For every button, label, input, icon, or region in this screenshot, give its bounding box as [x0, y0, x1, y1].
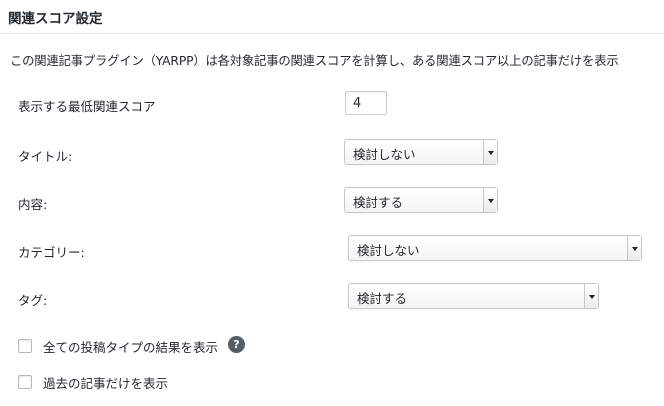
chevron-down-icon — [584, 284, 598, 308]
past-only-label: 過去の記事だけを表示 — [43, 376, 169, 391]
body-match-label: 内容: — [18, 197, 48, 212]
panel-header: 関連スコア設定 — [0, 0, 664, 34]
help-icon[interactable]: ? — [228, 336, 245, 353]
title-match-select[interactable]: 検討しない — [344, 139, 498, 165]
tag-match-label: タグ: — [18, 293, 48, 308]
min-score-input[interactable] — [345, 91, 387, 115]
chevron-down-icon — [483, 140, 497, 164]
tag-match-select[interactable]: 検討する — [348, 283, 599, 309]
past-only-checkbox[interactable] — [18, 375, 32, 389]
title-match-label: タイトル: — [18, 149, 73, 164]
category-match-select[interactable]: 検討しない — [348, 235, 642, 261]
panel-description: この関連記事プラグイン（YARPP）は各対象記事の関連スコアを計算し、ある関連ス… — [10, 54, 619, 68]
min-score-label: 表示する最低関連スコア — [18, 99, 156, 114]
panel-title: 関連スコア設定 — [8, 11, 103, 27]
all-post-types-checkbox[interactable] — [18, 339, 32, 353]
all-post-types-label: 全ての投稿タイプの結果を表示 — [43, 340, 219, 355]
title-match-selected-value: 検討しない — [353, 147, 416, 162]
body-match-selected-value: 検討する — [353, 195, 404, 210]
tag-match-selected-value: 検討する — [357, 291, 408, 306]
body-match-select[interactable]: 検討する — [344, 187, 498, 213]
category-match-selected-value: 検討しない — [357, 243, 420, 258]
chevron-down-icon — [627, 236, 641, 260]
category-match-label: カテゴリー: — [18, 245, 85, 260]
chevron-down-icon — [483, 188, 497, 212]
